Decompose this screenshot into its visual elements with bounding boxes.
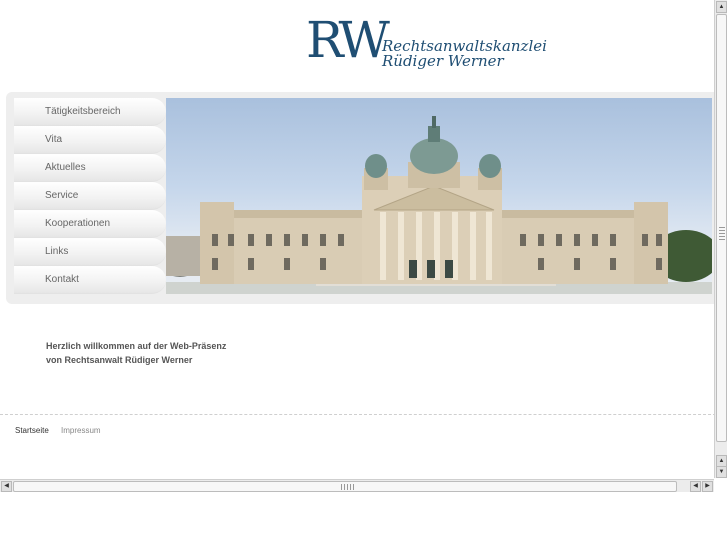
vertical-scrollbar[interactable]: ▲ ▲ ▼: [714, 0, 727, 478]
main-navigation: Tätigkeitsbereich Vita Aktuelles Service…: [14, 98, 166, 294]
nav-item-service[interactable]: Service: [14, 182, 166, 210]
footer-divider: [0, 414, 716, 415]
nav-item-kooperationen[interactable]: Kooperationen: [14, 210, 166, 238]
welcome-line-1: Herzlich willkommen auf der Web-Präsenz: [46, 341, 227, 351]
nav-item-aktuelles[interactable]: Aktuelles: [14, 154, 166, 182]
logo-lawyer-name: Rüdiger Werner: [382, 52, 504, 70]
footer-link-imprint[interactable]: Impressum: [61, 426, 101, 435]
vertical-grip-icon: [719, 227, 725, 241]
vertical-scroll-thumb[interactable]: [716, 14, 727, 442]
nav-item-links[interactable]: Links: [14, 238, 166, 266]
courthouse-illustration: [166, 116, 712, 294]
footer-links: Startseite Impressum: [15, 426, 111, 435]
logo-monogram: RW: [306, 11, 390, 69]
scroll-left-button[interactable]: ◀: [1, 481, 12, 492]
horizontal-grip-icon: [341, 484, 355, 490]
scroll-down-button[interactable]: ▼: [716, 466, 727, 478]
horizontal-scrollbar[interactable]: ◀ ◀ ▶: [0, 479, 714, 492]
footer-link-home[interactable]: Startseite: [15, 426, 49, 435]
scroll-up-button[interactable]: ▲: [716, 1, 727, 13]
scroll-left-button-right[interactable]: ◀: [690, 481, 701, 492]
welcome-text: Herzlich willkommen auf der Web-Präsenz …: [46, 339, 226, 367]
scroll-right-button[interactable]: ▶: [702, 481, 713, 492]
nav-item-taetigkeitsbereich[interactable]: Tätigkeitsbereich: [14, 98, 166, 126]
nav-item-vita[interactable]: Vita: [14, 126, 166, 154]
nav-item-kontakt[interactable]: Kontakt: [14, 266, 166, 294]
site-logo[interactable]: RW Rechtsanwaltskanzlei Rüdiger Werner: [306, 11, 547, 70]
courthouse-banner-image: [166, 98, 712, 294]
horizontal-scroll-thumb[interactable]: [13, 481, 677, 492]
welcome-line-2: von Rechtsanwalt Rüdiger Werner: [46, 355, 193, 365]
